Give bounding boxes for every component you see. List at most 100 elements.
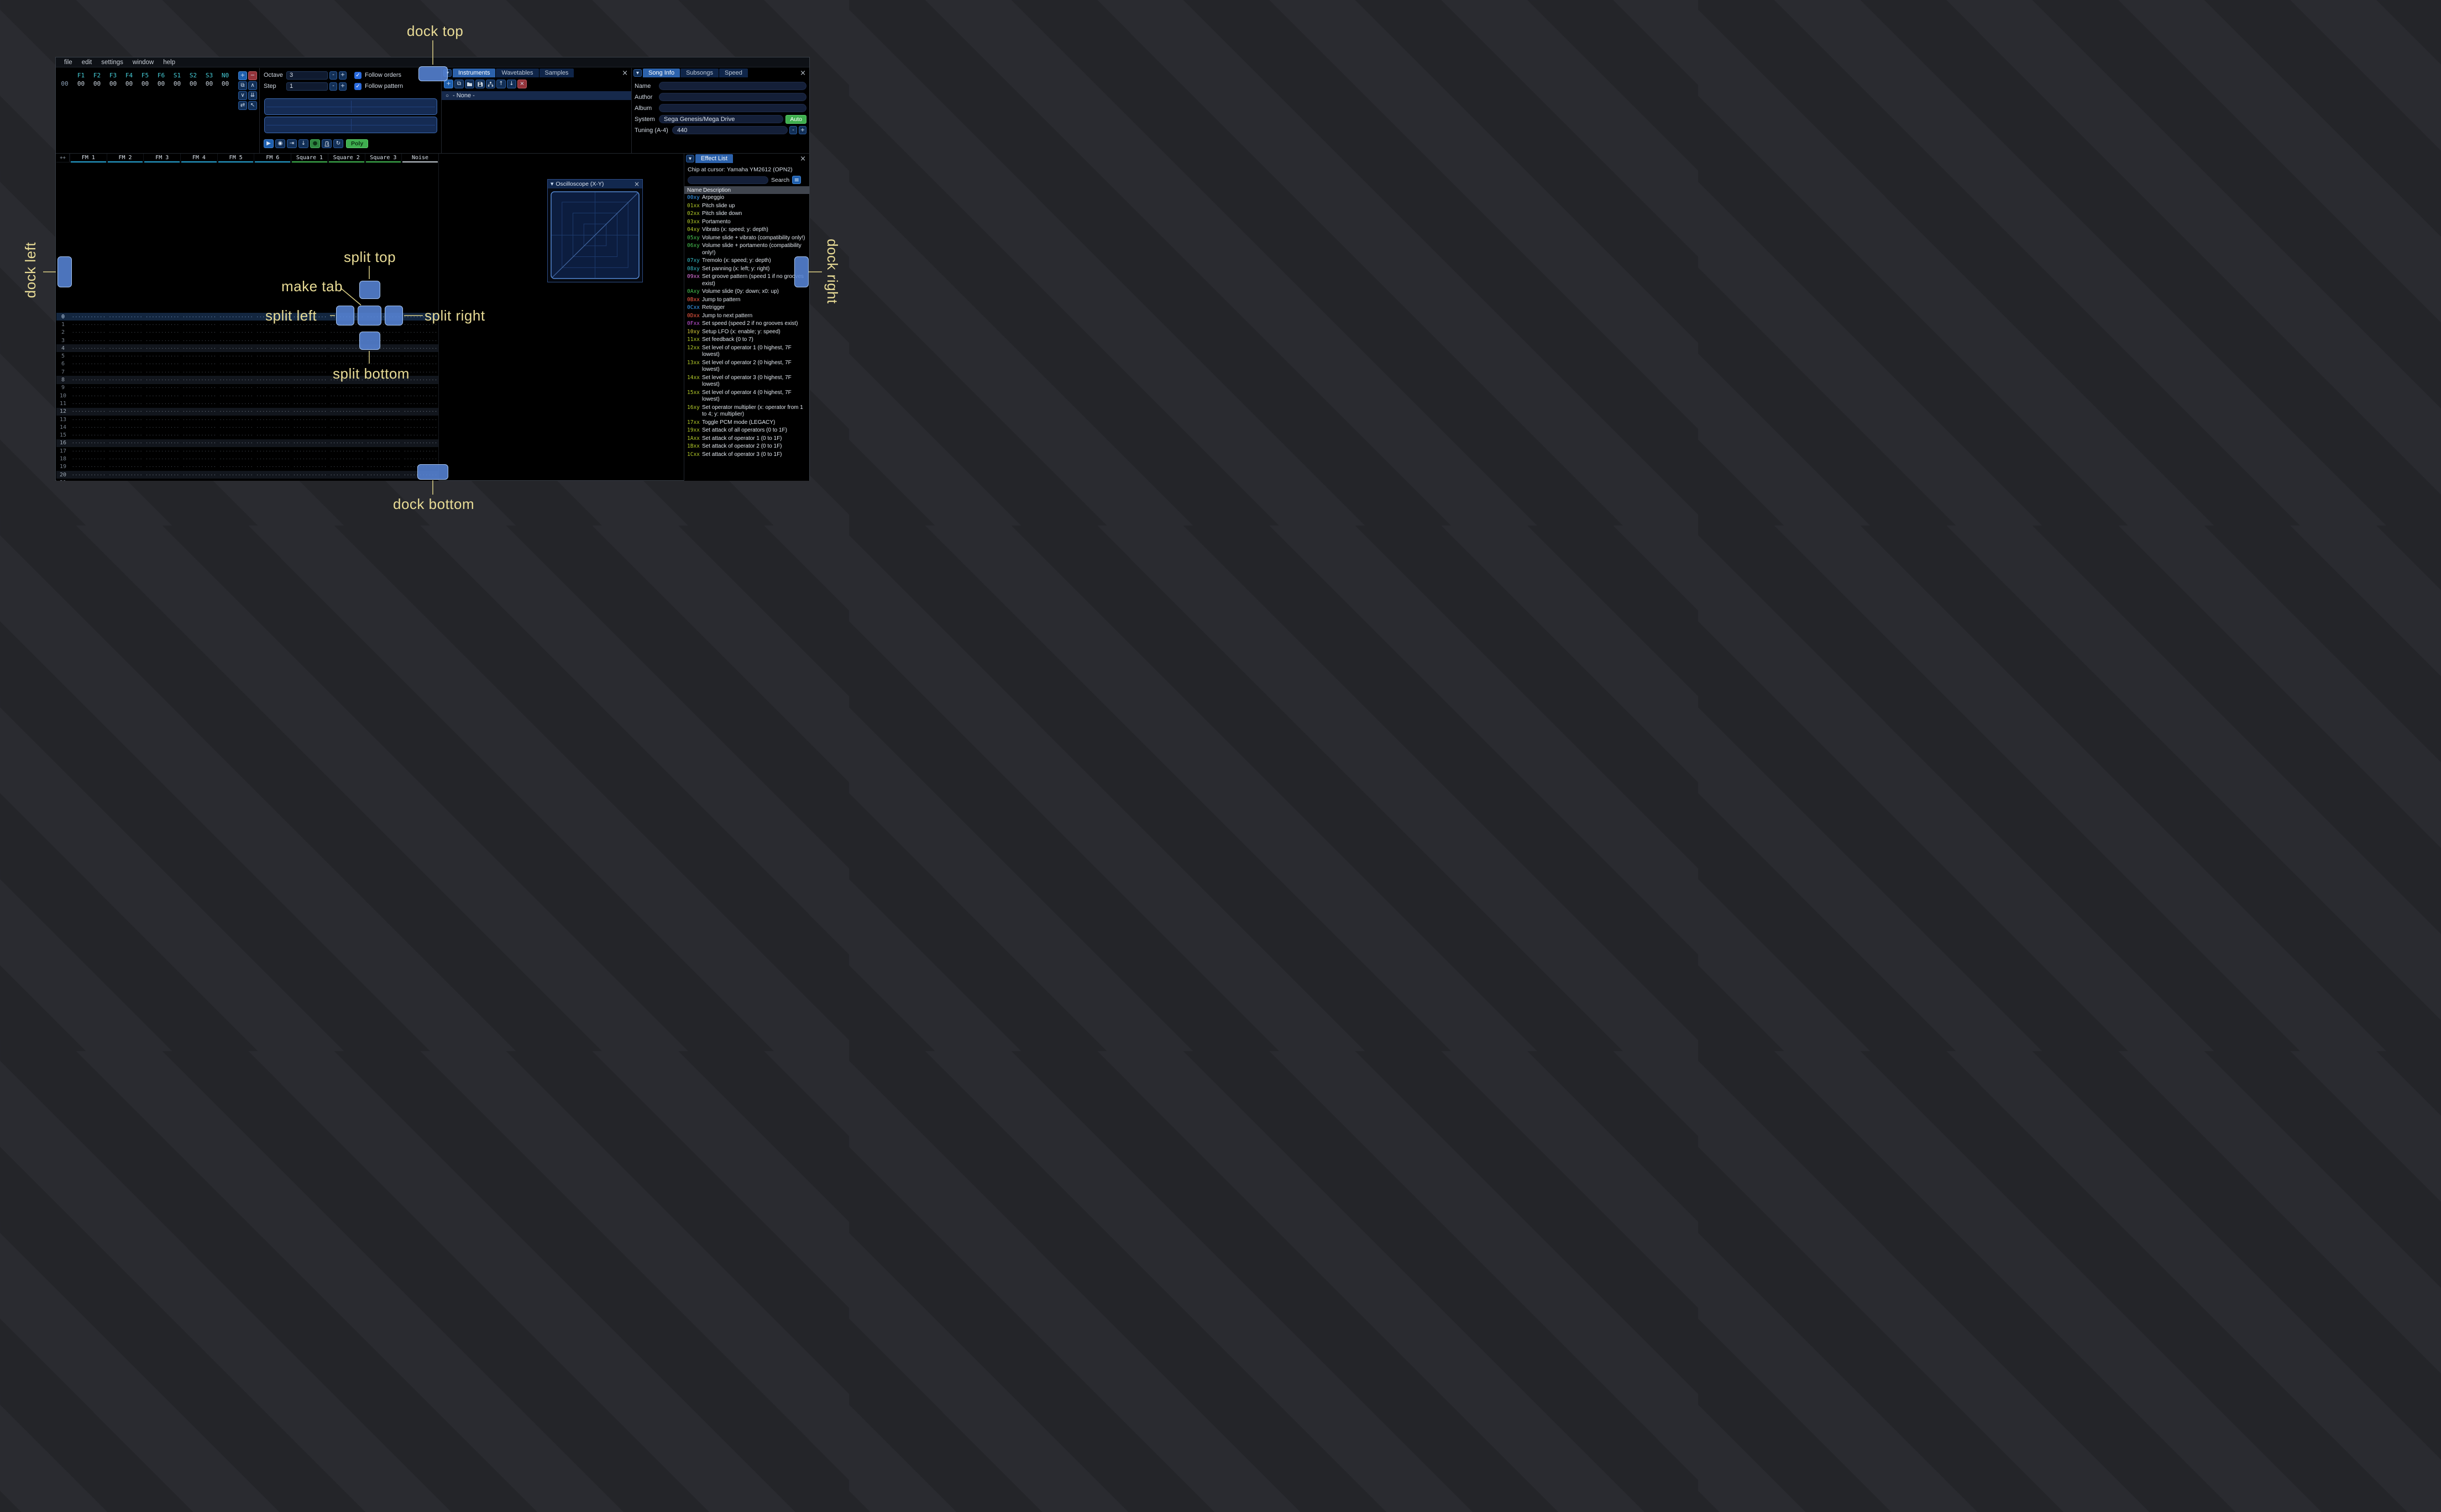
- pattern-cell[interactable]: ················: [365, 409, 402, 414]
- channel-header-fm-3[interactable]: FM 3: [143, 154, 180, 162]
- duplicate-instrument-button[interactable]: ⧉: [454, 80, 464, 88]
- effect-row-09xx[interactable]: 09xx Set groove pattern (speed 1 if no gr…: [684, 273, 809, 288]
- tab-effect-list[interactable]: Effect List: [695, 154, 734, 163]
- pattern-cell[interactable]: ················: [70, 417, 107, 422]
- orders-cell[interactable]: 00: [185, 80, 201, 87]
- pattern-cell[interactable]: ················: [180, 322, 217, 327]
- pattern-cell[interactable]: ················: [328, 425, 365, 430]
- pattern-cell[interactable]: ················: [291, 346, 328, 351]
- pattern-cell[interactable]: ················: [328, 480, 365, 481]
- pattern-cell[interactable]: ················: [254, 354, 291, 359]
- effect-row-14xx[interactable]: 14xx Set level of operator 3 (0 highest, …: [684, 374, 809, 389]
- pattern-cell[interactable]: ················: [70, 480, 107, 481]
- pattern-cell[interactable]: ················: [107, 377, 144, 382]
- pattern-cell[interactable]: ················: [328, 401, 365, 406]
- pattern-cell[interactable]: ················: [107, 456, 144, 461]
- effect-row-16xy[interactable]: 16xy Set operator multiplier (x: operator…: [684, 404, 809, 419]
- pattern-cell[interactable]: ················: [328, 417, 365, 422]
- pattern-cell[interactable]: ················: [401, 338, 438, 343]
- tab-subsongs[interactable]: Subsongs: [680, 69, 719, 77]
- pattern-cell[interactable]: ················: [328, 433, 365, 438]
- pattern-cell[interactable]: ················: [107, 370, 144, 375]
- pattern-cell[interactable]: ················: [180, 480, 217, 481]
- make-tab-target[interactable]: [358, 306, 381, 326]
- effect-row-08xy[interactable]: 08xy Set panning (x: left; y: right): [684, 265, 809, 274]
- pattern-cell[interactable]: ················: [254, 401, 291, 406]
- pattern-cell[interactable]: ················: [180, 464, 217, 469]
- effect-list-close-button[interactable]: ×: [798, 155, 808, 162]
- pattern-cell[interactable]: ················: [217, 449, 254, 454]
- pattern-cell[interactable]: ················: [143, 377, 180, 382]
- tab-wavetables[interactable]: Wavetables: [496, 69, 539, 77]
- pattern-row-3[interactable]: 3 ··········· ··········· ··········· ······…: [56, 337, 438, 344]
- add-order-button[interactable]: +: [238, 71, 247, 80]
- pattern-cell[interactable]: ················: [107, 425, 144, 430]
- edit-toggle-button[interactable]: ●: [310, 139, 320, 148]
- effect-list-menu-button[interactable]: ≡: [792, 176, 802, 184]
- pattern-cell[interactable]: ················: [180, 361, 217, 366]
- metronome-button[interactable]: [322, 139, 332, 148]
- pattern-cell[interactable]: ················: [180, 314, 217, 319]
- pattern-cell[interactable]: ················: [217, 425, 254, 430]
- pattern-cell[interactable]: ················: [107, 409, 144, 414]
- orders-cell[interactable]: 00: [137, 80, 153, 87]
- step-increase-button[interactable]: +: [339, 82, 347, 91]
- tab-samples[interactable]: Samples: [539, 69, 574, 77]
- pattern-cell[interactable]: ················: [217, 361, 254, 366]
- effect-row-11xx[interactable]: 11xx Set feedback (0 to 7): [684, 336, 809, 344]
- pattern-cell[interactable]: ················: [107, 473, 144, 477]
- pattern-cell[interactable]: ················: [217, 433, 254, 438]
- menu-item-window[interactable]: window: [129, 59, 158, 66]
- pattern-cell[interactable]: ················: [107, 417, 144, 422]
- pattern-cell[interactable]: ················: [70, 473, 107, 477]
- pattern-cell[interactable]: ················: [217, 314, 254, 319]
- pattern-row-12[interactable]: 12 ··········· ··········· ··········· ·····…: [56, 407, 438, 416]
- pattern-cell[interactable]: ················: [107, 393, 144, 398]
- pattern-cell[interactable]: ················: [291, 361, 328, 366]
- oscilloscope-title-bar[interactable]: ▼ Oscilloscope (X-Y) ×: [548, 180, 642, 188]
- pattern-cell[interactable]: ················: [365, 401, 402, 406]
- pattern-row-17[interactable]: 17 ··········· ··········· ··········· ·····…: [56, 447, 438, 455]
- duplicate-order-button[interactable]: ⧉: [238, 81, 247, 90]
- pattern-cell[interactable]: ················: [254, 417, 291, 422]
- effect-row-06xy[interactable]: 06xy Volume slide + portamento (compatibi…: [684, 242, 809, 257]
- pattern-cell[interactable]: ················: [143, 361, 180, 366]
- pattern-cell[interactable]: ················: [143, 456, 180, 461]
- effect-row-0axy[interactable]: 0Axy Volume slide (0y: down; x0: up): [684, 288, 809, 296]
- octave-increase-button[interactable]: +: [339, 71, 347, 80]
- pattern-cell[interactable]: ················: [365, 480, 402, 481]
- pattern-cell[interactable]: ················: [143, 417, 180, 422]
- album-input[interactable]: [659, 104, 806, 112]
- pattern-cell[interactable]: ················: [401, 425, 438, 430]
- pattern-cell[interactable]: ················: [291, 338, 328, 343]
- effect-search-input[interactable]: [688, 176, 768, 184]
- effect-row-05xy[interactable]: 05xy Volume slide + vibrato (compatibilit…: [684, 234, 809, 243]
- pattern-cell[interactable]: ················: [291, 330, 328, 335]
- pattern-cell[interactable]: ················: [143, 385, 180, 390]
- pattern-cell[interactable]: ················: [143, 473, 180, 477]
- pattern-cell[interactable]: ················: [143, 346, 180, 351]
- pattern-cell[interactable]: ················: [365, 425, 402, 430]
- pattern-cell[interactable]: ················: [328, 393, 365, 398]
- pattern-cell[interactable]: ················: [70, 370, 107, 375]
- pattern-cell[interactable]: ················: [180, 370, 217, 375]
- pattern-cell[interactable]: ················: [291, 417, 328, 422]
- pattern-row-18[interactable]: 18 ··········· ··········· ··········· ·····…: [56, 455, 438, 463]
- effect-row-0dxx[interactable]: 0Dxx Jump to next pattern: [684, 312, 809, 321]
- pattern-cell[interactable]: ················: [143, 354, 180, 359]
- pattern-cell[interactable]: ················: [107, 480, 144, 481]
- effect-row-0bxx[interactable]: 0Bxx Jump to pattern: [684, 296, 809, 305]
- step-decrease-button[interactable]: -: [329, 82, 337, 91]
- pattern-cell[interactable]: ················: [291, 440, 328, 445]
- pattern-cell[interactable]: ················: [254, 480, 291, 481]
- pattern-cell[interactable]: ················: [401, 346, 438, 351]
- pattern-cell[interactable]: ················: [291, 385, 328, 390]
- order-change-mode-button[interactable]: ⇄: [238, 101, 247, 110]
- poly-toggle-button[interactable]: Poly: [346, 139, 369, 148]
- pattern-cell[interactable]: ················: [254, 449, 291, 454]
- pattern-cell[interactable]: ················: [70, 401, 107, 406]
- octave-input[interactable]: 3: [286, 71, 328, 80]
- pattern-cell[interactable]: ················: [107, 330, 144, 335]
- pattern-cell[interactable]: ················: [217, 354, 254, 359]
- effect-row-0cxx[interactable]: 0Cxx Retrigger: [684, 304, 809, 312]
